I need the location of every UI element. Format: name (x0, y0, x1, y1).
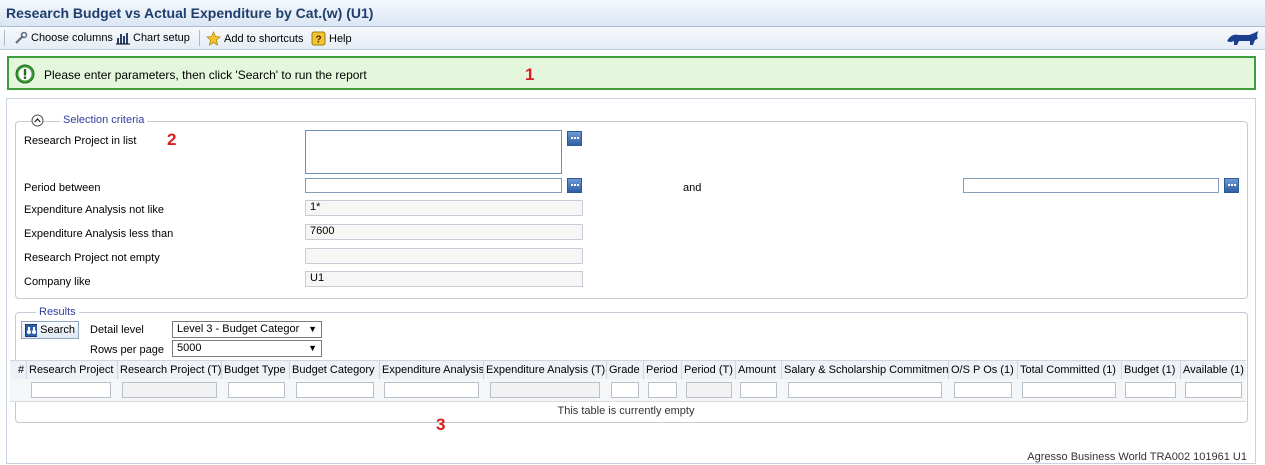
chart-setup-label: Chart setup (133, 32, 190, 44)
period-between-label: Period between (24, 182, 101, 194)
annotation-marker-3: 3 (436, 415, 446, 434)
research-project-label: Research Project in list (24, 135, 137, 147)
filter-input[interactable] (31, 382, 111, 398)
results-legend: Results (36, 306, 79, 318)
toolbar-grip (4, 30, 5, 46)
column-header[interactable]: Salary & Scholarship Commitment (782, 361, 949, 379)
detail-level-label: Detail level (90, 324, 144, 336)
filter-input[interactable] (122, 382, 217, 398)
filter-input[interactable] (228, 382, 285, 398)
annotation-marker-1: 1 (525, 65, 535, 84)
filter-input[interactable] (384, 382, 479, 398)
info-message-bar: Please enter parameters, then click 'Sea… (7, 56, 1256, 90)
filter-input[interactable] (1185, 382, 1242, 398)
research-project-not-empty-field[interactable] (305, 248, 583, 264)
expenditure-less-than-field[interactable]: 7600 (305, 224, 583, 240)
period-to-lookup-button[interactable] (1224, 178, 1239, 193)
column-header[interactable]: Budget (1) (1122, 361, 1181, 379)
company-like-label: Company like (24, 276, 91, 288)
column-header[interactable]: Budget Category (290, 361, 380, 379)
window-titlebar: Research Budget vs Actual Expenditure by… (0, 0, 1265, 27)
filter-input[interactable] (686, 382, 732, 398)
column-header[interactable]: Expenditure Analysis (T) (484, 361, 607, 379)
period-and-label: and (683, 182, 702, 194)
search-button-label: Search (40, 324, 75, 336)
toolbar: Choose columns Chart setup Add to shortc… (0, 27, 1265, 50)
research-project-lookup-button[interactable] (567, 131, 582, 146)
column-header[interactable]: Available (1) (1181, 361, 1246, 379)
add-to-shortcuts-button[interactable]: Add to shortcuts (206, 31, 304, 46)
expenditure-not-like-label: Expenditure Analysis not like (24, 204, 165, 216)
filter-input[interactable] (954, 382, 1012, 398)
expenditure-not-like-field[interactable]: 1* (305, 200, 583, 216)
status-footer: Agresso Business World TRA002 101961 U1 (1027, 451, 1247, 463)
collapse-section-icon[interactable] (31, 114, 44, 127)
help-label: Help (329, 32, 352, 45)
period-from-lookup-button[interactable] (567, 178, 582, 193)
info-exclamation-icon (15, 64, 35, 84)
agresso-bull-logo (1227, 31, 1258, 45)
column-header[interactable]: Grade (607, 361, 644, 379)
column-header[interactable]: Amount (736, 361, 782, 379)
expenditure-less-than-label: Expenditure Analysis less than (24, 228, 174, 240)
column-header[interactable]: Period (644, 361, 682, 379)
column-header[interactable]: Budget Type (222, 361, 290, 379)
help-button[interactable]: ? Help (311, 31, 352, 46)
rows-per-page-select[interactable]: 5000 ▼ (172, 340, 322, 357)
research-project-field[interactable] (305, 130, 562, 174)
research-project-not-empty-label: Research Project not empty (24, 252, 160, 264)
choose-columns-label: Choose columns (31, 32, 113, 44)
table-empty-message: This table is currently empty (557, 405, 695, 417)
column-header[interactable]: Expenditure Analysis (380, 361, 484, 379)
chart-setup-button[interactable]: Chart setup (116, 31, 190, 45)
filter-input[interactable] (1022, 382, 1116, 398)
window-title: Research Budget vs Actual Expenditure by… (6, 5, 374, 21)
filter-input[interactable] (740, 382, 777, 398)
help-icon: ? (311, 31, 326, 46)
wrench-icon (15, 31, 28, 44)
svg-text:?: ? (315, 35, 321, 46)
column-header[interactable]: Total Committed (1) (1018, 361, 1122, 379)
search-button[interactable]: Search (21, 321, 79, 339)
company-like-field[interactable]: U1 (305, 271, 583, 287)
selection-criteria-legend: Selection criteria (60, 114, 148, 126)
results-filter-row (10, 379, 1246, 402)
info-message-text: Please enter parameters, then click 'Sea… (44, 68, 367, 82)
bar-chart-icon (116, 33, 130, 45)
filter-input[interactable] (648, 382, 677, 398)
annotation-marker-2: 2 (167, 130, 177, 149)
column-header[interactable]: Research Project (27, 361, 118, 379)
rows-per-page-label: Rows per page (90, 344, 164, 356)
results-table-header: # Research Project Research Project (T) … (10, 360, 1246, 380)
search-binoculars-icon (25, 323, 38, 337)
column-header[interactable]: Period (T) (682, 361, 736, 379)
dropdown-arrow-icon: ▼ (308, 324, 317, 334)
rows-per-page-value: 5000 (177, 342, 202, 354)
filter-input[interactable] (788, 382, 942, 398)
dropdown-arrow-icon: ▼ (308, 343, 317, 353)
filter-input[interactable] (296, 382, 374, 398)
period-to-field[interactable] (963, 178, 1219, 193)
choose-columns-button[interactable]: Choose columns (14, 31, 113, 45)
filter-input[interactable] (490, 382, 600, 398)
star-icon (206, 31, 221, 46)
filter-input[interactable] (1125, 382, 1176, 398)
period-from-field[interactable] (305, 178, 562, 193)
add-to-shortcuts-label: Add to shortcuts (224, 32, 304, 45)
column-header[interactable]: Research Project (T) (118, 361, 222, 379)
toolbar-separator (199, 30, 200, 46)
detail-level-value: Level 3 - Budget Categor (177, 323, 300, 335)
column-header[interactable]: # (16, 361, 27, 379)
detail-level-select[interactable]: Level 3 - Budget Categor ▼ (172, 321, 322, 338)
filter-input[interactable] (611, 382, 639, 398)
column-header[interactable]: O/S P Os (1) (949, 361, 1018, 379)
selection-criteria-group (15, 121, 1248, 299)
